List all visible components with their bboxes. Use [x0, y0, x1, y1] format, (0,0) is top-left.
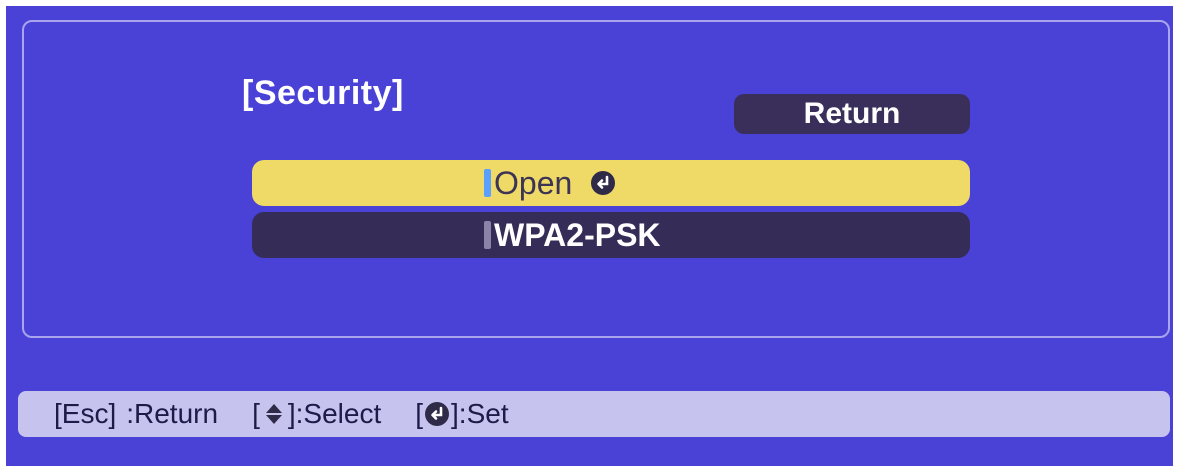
return-button[interactable]: Return — [734, 94, 970, 134]
set-bracket-open: [ — [415, 398, 424, 429]
select-bracket-open: [ — [252, 398, 260, 429]
set-action-label: ]:Set — [451, 398, 509, 429]
key-hint-bar: [Esc] :Return [ ]:Select [ ]:Set — [18, 391, 1170, 437]
unselected-marker-icon — [484, 221, 491, 249]
return-button-label: Return — [803, 97, 901, 130]
option-open-label: Open — [494, 164, 573, 201]
selected-marker-icon — [484, 169, 491, 197]
projector-screen: [Security] Return Open WPA2-PSK [Esc] :R… — [6, 6, 1173, 466]
option-wpa2-psk-label: WPA2-PSK — [494, 216, 661, 253]
select-action-label: ]:Select — [287, 398, 382, 429]
select-hint: [ ]:Select — [252, 398, 381, 430]
esc-action-label: :Return — [126, 398, 219, 429]
option-wpa2-psk[interactable]: WPA2-PSK — [252, 212, 970, 258]
option-open[interactable]: Open — [252, 160, 970, 206]
esc-key-label: [Esc] — [54, 398, 117, 429]
esc-hint: [Esc] :Return — [54, 398, 218, 430]
page-title: [Security] — [242, 74, 404, 112]
enter-icon — [425, 402, 450, 426]
up-down-arrow-icon — [265, 404, 282, 424]
enter-icon — [591, 171, 616, 195]
set-hint: [ ]:Set — [415, 398, 508, 430]
